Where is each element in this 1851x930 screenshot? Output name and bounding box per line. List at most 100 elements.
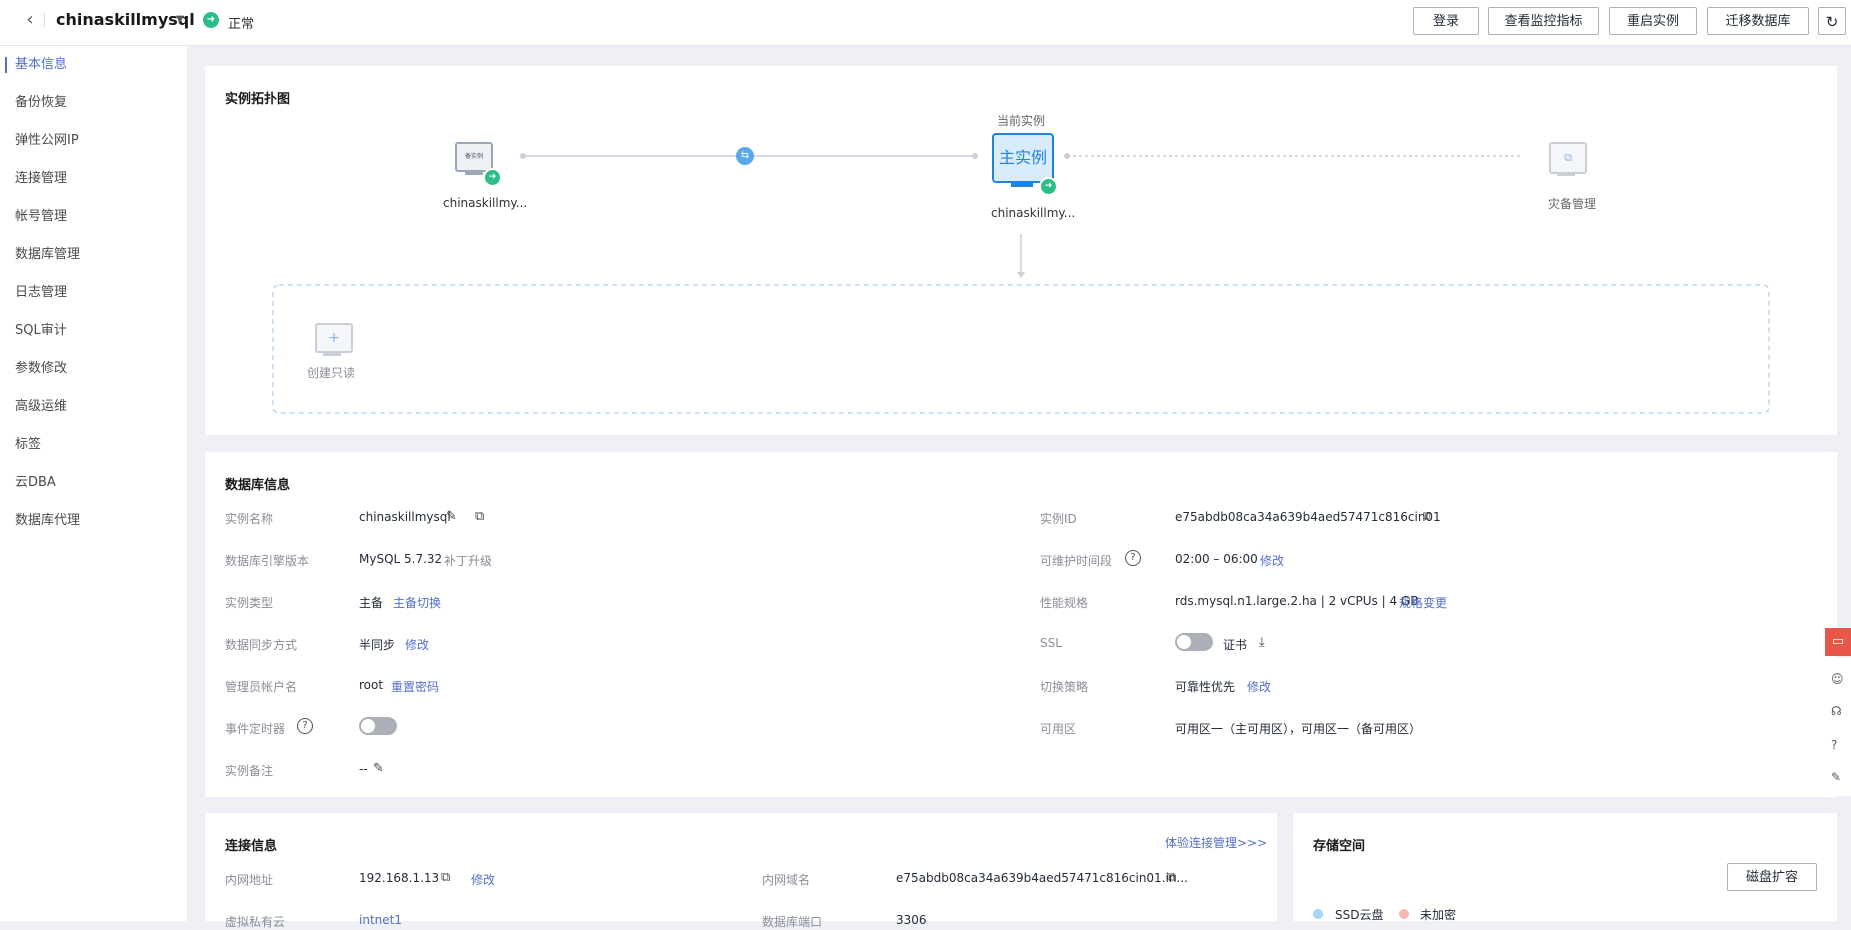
- port-value: 3306: [896, 913, 927, 927]
- chevron-left-icon[interactable]: ‹: [20, 10, 40, 30]
- switchover-link[interactable]: 主备切换: [393, 594, 441, 611]
- sidebar-item-advanced-ops[interactable]: 高级运维: [0, 392, 187, 422]
- sidebar-item-params[interactable]: 参数修改: [0, 354, 187, 384]
- event-scheduler-toggle[interactable]: [359, 717, 397, 735]
- remark-label: 实例备注: [225, 764, 274, 778]
- switch-policy-modify-link[interactable]: 修改: [1247, 678, 1271, 695]
- question-icon[interactable]: ?: [1831, 738, 1837, 752]
- vpc-link[interactable]: intnet1: [359, 913, 402, 927]
- migrate-db-button[interactable]: 迁移数据库: [1707, 7, 1809, 35]
- storage-card: 存储空间 磁盘扩容 SSD云盘 未加密: [1293, 813, 1837, 922]
- maintenance-window-value: 02:00 – 06:00: [1175, 552, 1258, 566]
- switch-policy-value: 可靠性优先: [1175, 680, 1236, 694]
- header-divider: [44, 12, 45, 28]
- connection-info-card: 连接信息 体验连接管理>>> 内网地址 192.168.1.13 ⧉ 修改 内网…: [205, 813, 1277, 929]
- download-icon[interactable]: ⤓: [1259, 636, 1265, 650]
- primary-monitor-icon[interactable]: 主实例: [992, 133, 1054, 183]
- instance-switch-dropdown-icon[interactable]: ▼: [176, 14, 184, 25]
- ssl-toggle[interactable]: [1175, 633, 1213, 651]
- restart-instance-button[interactable]: 重启实例: [1609, 7, 1697, 35]
- private-ip-modify-link[interactable]: 修改: [471, 871, 495, 888]
- az-label: 可用区: [1040, 722, 1077, 736]
- standby-node-name[interactable]: chinaskillmy...: [443, 196, 527, 210]
- sidebar-item-cloud-dba[interactable]: 云DBA: [0, 468, 187, 498]
- primary-monitor-stand: [1011, 183, 1033, 187]
- sidebar-item-tags[interactable]: 标签: [0, 430, 187, 460]
- primary-node-name[interactable]: chinaskillmy...: [991, 206, 1075, 220]
- experience-connection-link[interactable]: 体验连接管理>>>: [1165, 834, 1267, 851]
- sidebar-item-connection[interactable]: 连接管理: [0, 164, 187, 194]
- sidebar-item-logs[interactable]: 日志管理: [0, 278, 187, 308]
- sidebar-item-account[interactable]: 帐号管理: [0, 202, 187, 232]
- copy-icon[interactable]: ⧉: [441, 871, 450, 885]
- maintenance-modify-link[interactable]: 修改: [1260, 552, 1284, 569]
- ssl-label: SSL: [1040, 636, 1062, 650]
- standby-monitor-icon[interactable]: 备实例: [455, 142, 493, 172]
- sync-mode-label: 数据同步方式: [225, 638, 298, 652]
- ssd-legend-label: SSD云盘: [1335, 908, 1384, 922]
- private-ip-value: 192.168.1.13: [359, 871, 440, 885]
- copy-icon[interactable]: ⧉: [1167, 871, 1176, 885]
- status-ok-icon: ➜: [203, 12, 219, 28]
- smile-icon[interactable]: ☺: [1831, 672, 1844, 686]
- event-scheduler-label: 事件定时器: [225, 722, 286, 736]
- spec-label: 性能规格: [1040, 596, 1089, 610]
- help-icon[interactable]: ?: [1125, 550, 1141, 566]
- page-header: ‹ chinaskillmysql ▼ ➜ 正常 登录 查看监控指标 重启实例 …: [0, 0, 1851, 46]
- help-icon[interactable]: ?: [297, 718, 313, 734]
- private-domain-value: e75abdb08ca34a639b4aed57471c816cin01.in.…: [896, 871, 1188, 885]
- sidebar-item-eip[interactable]: 弹性公网IP: [0, 126, 187, 156]
- private-ip-label: 内网地址: [225, 873, 274, 887]
- vpc-label: 虚拟私有云: [225, 915, 286, 929]
- copy-icon[interactable]: ⧉: [1423, 510, 1432, 524]
- create-readonly-monitor-icon[interactable]: +: [315, 323, 353, 353]
- dr-monitor-stand: [1557, 173, 1575, 176]
- status-text: 正常: [228, 17, 255, 32]
- headset-icon[interactable]: ☊: [1831, 704, 1842, 718]
- spec-value: rds.mysql.n1.large.2.ha | 2 vCPUs | 4 GB: [1175, 594, 1419, 608]
- unencrypted-legend-icon: [1399, 909, 1409, 919]
- instance-name-value: chinaskillmysql: [359, 510, 451, 524]
- chat-icon[interactable]: ▭: [1825, 628, 1851, 656]
- primary-screen-text: 主实例: [998, 148, 1047, 167]
- copy-icon[interactable]: ⧉: [475, 510, 484, 524]
- remark-value: --: [359, 762, 368, 776]
- switch-policy-label: 切换策略: [1040, 680, 1089, 694]
- disk-expand-button[interactable]: 磁盘扩容: [1727, 863, 1817, 891]
- standby-screen-text: 备实例: [464, 153, 483, 160]
- admin-account-value: root: [359, 678, 384, 692]
- readonly-arrow: [1017, 272, 1025, 278]
- dr-line-end: [1064, 153, 1070, 159]
- instance-type-label: 实例类型: [225, 596, 274, 610]
- admin-account-label: 管理员帐户名: [225, 680, 298, 694]
- standby-monitor-stand: [465, 172, 483, 175]
- instance-name-label: 实例名称: [225, 512, 274, 526]
- ssl-cert-label: 证书: [1223, 638, 1248, 652]
- topology-card: 实例拓扑图 ⇆ 备实例 ➜ chinaskillmy... 当前实例 主实例 ➜…: [205, 66, 1837, 435]
- refresh-icon[interactable]: ↻: [1818, 7, 1846, 35]
- create-readonly-label[interactable]: 创建只读: [307, 364, 355, 381]
- patch-upgrade-link[interactable]: 补丁升级: [444, 552, 492, 569]
- edit-icon[interactable]: ✎: [446, 510, 457, 524]
- login-button[interactable]: 登录: [1413, 7, 1479, 35]
- instance-type-value: 主备: [359, 596, 384, 610]
- feedback-icon[interactable]: ✎: [1831, 770, 1841, 784]
- primary-status-icon: ➜: [1039, 177, 1058, 196]
- sidebar-item-backup[interactable]: 备份恢复: [0, 88, 187, 118]
- sync-arrows-icon: ⇆: [736, 147, 754, 165]
- db-info-title: 数据库信息: [225, 478, 291, 493]
- instance-title: chinaskillmysql: [56, 10, 195, 29]
- private-domain-label: 内网域名: [762, 873, 811, 887]
- dr-monitor-icon[interactable]: ⧉: [1549, 142, 1587, 174]
- dr-management-label[interactable]: 灾备管理: [1548, 195, 1596, 212]
- edit-icon[interactable]: ✎: [373, 762, 384, 776]
- spec-change-link[interactable]: 规格变更: [1399, 594, 1447, 611]
- sidebar-item-sql-audit[interactable]: SQL审计: [0, 316, 187, 346]
- sidebar-item-database[interactable]: 数据库管理: [0, 240, 187, 270]
- sync-mode-modify-link[interactable]: 修改: [405, 636, 429, 653]
- sidebar-item-basic-info[interactable]: 基本信息: [0, 50, 187, 80]
- sidebar-item-db-proxy[interactable]: 数据库代理: [0, 506, 187, 536]
- unencrypted-legend-label: 未加密: [1420, 908, 1457, 922]
- reset-password-link[interactable]: 重置密码: [391, 678, 439, 695]
- view-monitor-button[interactable]: 查看监控指标: [1488, 7, 1599, 35]
